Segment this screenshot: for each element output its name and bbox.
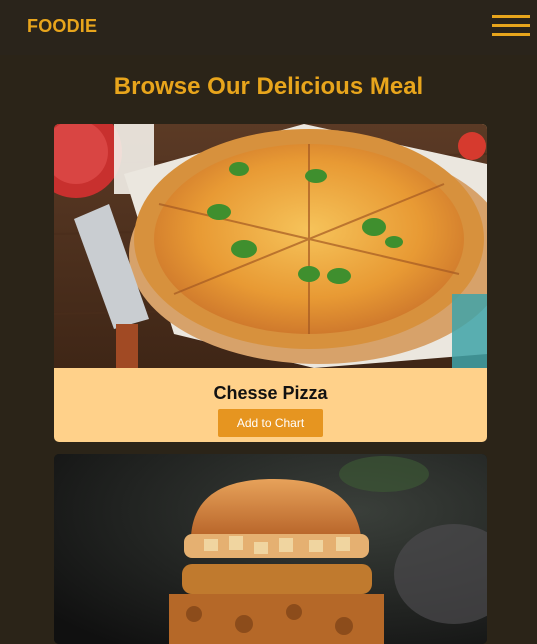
menu-line: [492, 15, 530, 18]
hamburger-menu-icon[interactable]: [492, 15, 530, 37]
add-to-cart-button[interactable]: Add to Chart: [218, 409, 323, 437]
meal-name: Chesse Pizza: [213, 383, 328, 403]
navbar: FOODIE: [0, 0, 537, 55]
meal-card-pizza: Chesse Pizza Add to Chart: [54, 124, 487, 442]
meals-page: Browse Our Delicious Meal Chesse Pizza A…: [0, 55, 537, 644]
meal-card-burger: [54, 454, 487, 644]
meal-card-body: Chesse Pizza Add to Chart: [54, 368, 487, 442]
burger-image: [54, 454, 487, 644]
menu-line: [492, 24, 530, 27]
menu-line: [492, 33, 530, 36]
page-title: Browse Our Delicious Meal: [113, 73, 424, 100]
brand-logo[interactable]: FOODIE: [27, 16, 97, 37]
pizza-image: [54, 124, 487, 368]
